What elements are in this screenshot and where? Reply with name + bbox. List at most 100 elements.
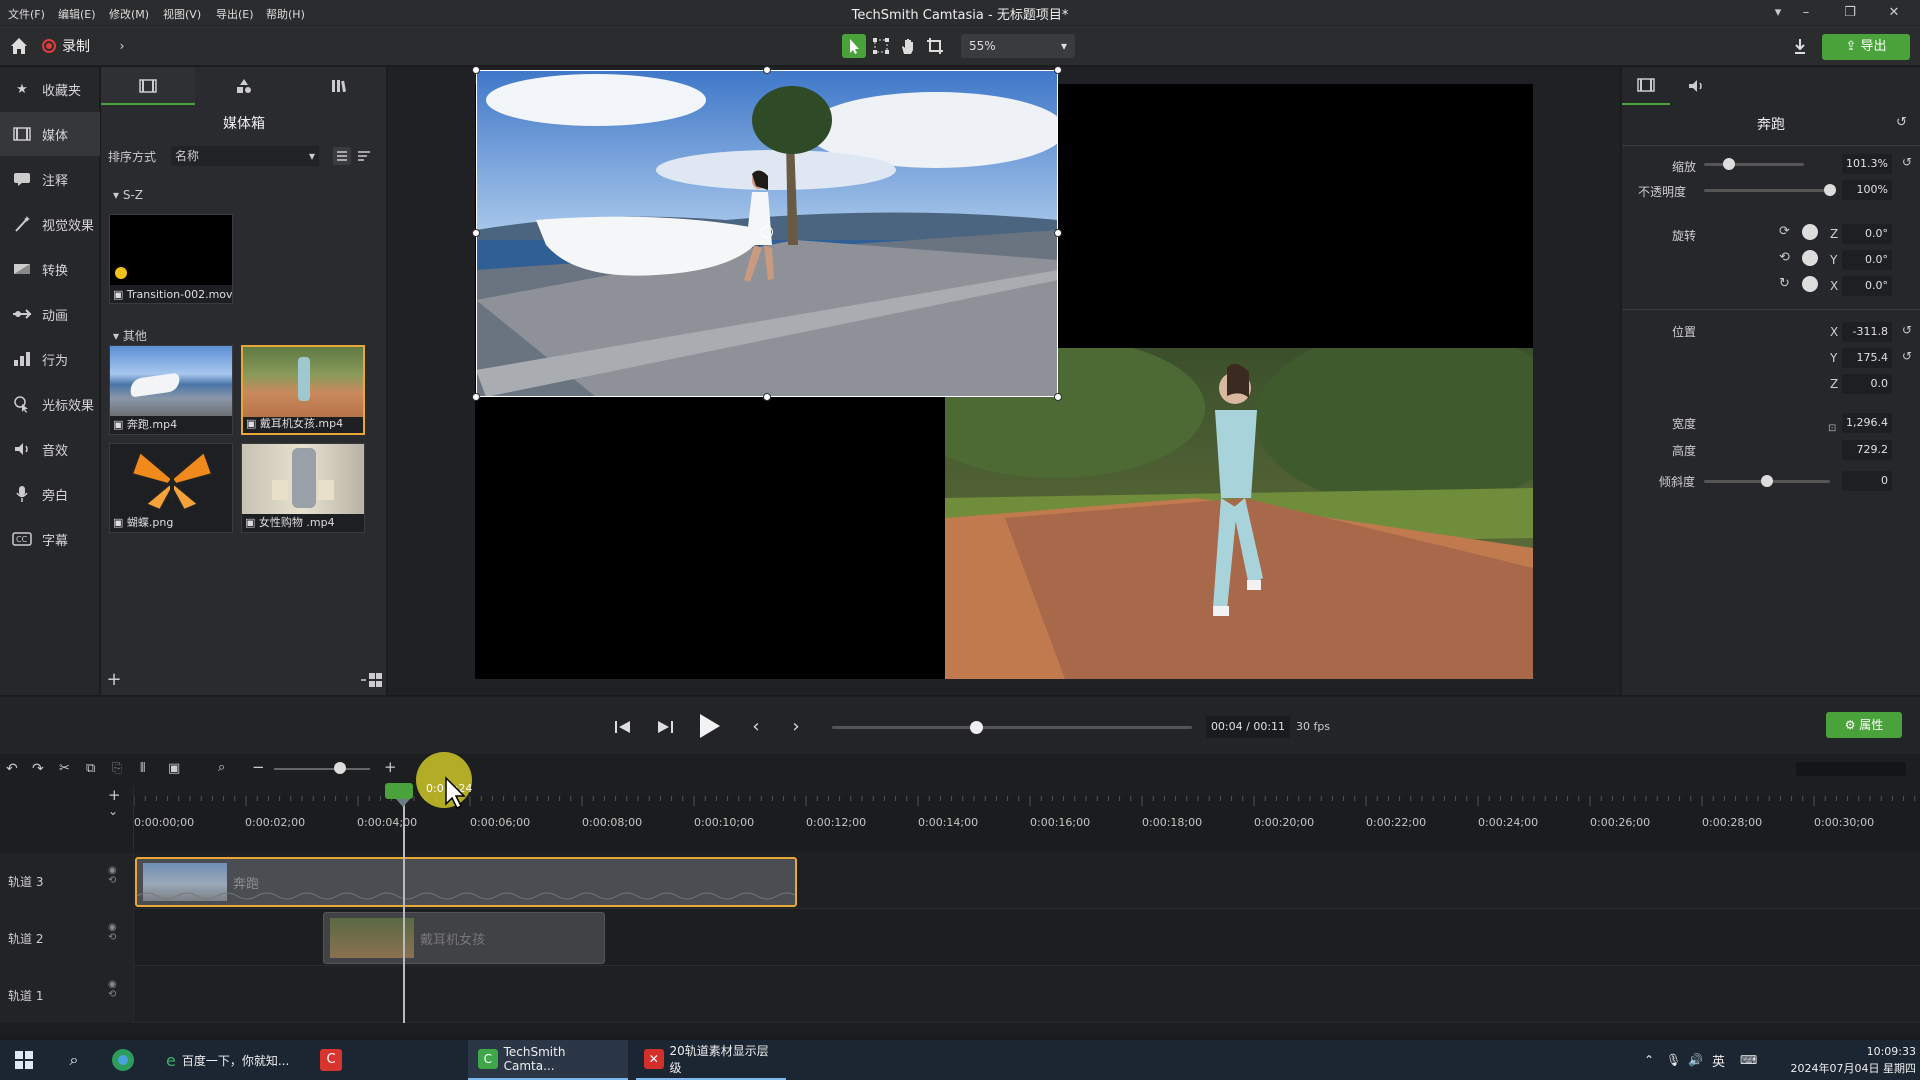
record-button[interactable]: 录制 bbox=[42, 35, 90, 57]
scale-field[interactable]: 101.3% bbox=[1842, 154, 1892, 174]
chevron-down-icon[interactable]: ⌄ bbox=[108, 804, 118, 818]
height-field[interactable]: 729.2 bbox=[1842, 440, 1892, 460]
media-item[interactable]: ▣ 女性购物 .mp4 bbox=[241, 443, 365, 533]
tab-collections[interactable] bbox=[293, 67, 387, 105]
next-marker-icon[interactable]: › bbox=[786, 717, 806, 737]
menu-edit[interactable]: 编辑(E) bbox=[58, 6, 96, 22]
search-icon[interactable]: ⌕ bbox=[60, 1040, 88, 1080]
chevron-right-icon[interactable]: › bbox=[110, 34, 134, 58]
rotate-z-dial[interactable] bbox=[1802, 224, 1818, 240]
tab-media-bin[interactable] bbox=[101, 67, 195, 105]
previous-marker-icon[interactable]: ‹ bbox=[746, 717, 766, 737]
tray-clock[interactable]: 10:09:33 2024年07月04日 星期四 bbox=[1766, 1043, 1917, 1077]
menu-export[interactable]: 导出(E) bbox=[216, 6, 254, 22]
cut-icon[interactable]: ✂ bbox=[59, 761, 70, 776]
timeline-scrollbar[interactable] bbox=[1796, 762, 1906, 776]
properties-button[interactable]: ⚙ 属性 bbox=[1826, 712, 1902, 738]
track-visibility-icon[interactable]: ◉ ⟲ bbox=[108, 980, 117, 1000]
nav-item-visual-effects[interactable]: 视觉效果 bbox=[0, 202, 100, 246]
timeline-clip[interactable]: 戴耳机女孩 bbox=[323, 912, 605, 964]
grid-view-icon[interactable] bbox=[359, 671, 383, 689]
split-icon[interactable]: ⫴ bbox=[140, 761, 145, 776]
crop-tool-icon[interactable] bbox=[923, 34, 947, 58]
rotation-x-field[interactable]: 0.0° bbox=[1842, 276, 1892, 296]
keyboard-icon[interactable]: ⌨ bbox=[1740, 1040, 1757, 1080]
camtasia-red-icon[interactable]: C bbox=[316, 1040, 346, 1080]
minimize-button[interactable]: – bbox=[1794, 3, 1818, 23]
nav-item-captions[interactable]: CC 字幕 bbox=[0, 517, 100, 561]
timeline-zoom-knob[interactable] bbox=[334, 762, 346, 774]
nav-item-animations[interactable]: 动画 bbox=[0, 292, 100, 336]
copy-icon[interactable]: ⧉ bbox=[86, 761, 95, 776]
taskbar-app-camtasia[interactable]: C TechSmith Camta... bbox=[468, 1040, 628, 1080]
position-z-field[interactable]: 0.0 bbox=[1842, 374, 1892, 394]
skew-field[interactable]: 0 bbox=[1842, 471, 1892, 491]
nav-item-audio-effects[interactable]: 音效 bbox=[0, 427, 100, 471]
add-track-icon[interactable]: + bbox=[108, 786, 121, 804]
lock-aspect-icon[interactable]: ⊡ bbox=[1828, 423, 1836, 434]
zoom-in-icon[interactable]: + bbox=[384, 758, 397, 776]
rotate-handle[interactable] bbox=[761, 226, 773, 238]
nav-item-transitions[interactable]: 转换 bbox=[0, 247, 100, 291]
snapshot-icon[interactable]: ▣ bbox=[168, 761, 180, 776]
zoom-out-icon[interactable]: − bbox=[252, 758, 265, 776]
export-button[interactable]: ⇪ 导出 bbox=[1822, 34, 1910, 60]
search-icon[interactable]: ⌕ bbox=[218, 760, 225, 775]
sort-select[interactable]: 名称 ▾ bbox=[171, 146, 319, 166]
nav-item-annotations[interactable]: 注释 bbox=[0, 157, 100, 201]
scale-slider-knob[interactable] bbox=[1723, 158, 1735, 170]
timeline-zoom-slider[interactable] bbox=[274, 768, 370, 770]
paste-icon[interactable]: ⎘ bbox=[112, 761, 122, 776]
nav-item-media[interactable]: 媒体 bbox=[0, 112, 100, 156]
taskbar-app-wps[interactable]: ✕ 20轨道素材显示层级 bbox=[636, 1040, 786, 1080]
playhead[interactable] bbox=[385, 783, 413, 799]
resize-handle[interactable] bbox=[472, 393, 480, 401]
position-y-field[interactable]: 175.4 bbox=[1842, 348, 1892, 368]
track-visibility-icon[interactable]: ◉ ⟲ bbox=[108, 866, 117, 886]
resize-handle[interactable] bbox=[1054, 229, 1062, 237]
ime-indicator[interactable]: 英 bbox=[1712, 1040, 1725, 1080]
nav-item-behaviors[interactable]: 行为 bbox=[0, 337, 100, 381]
group-header[interactable]: ▾ S-Z bbox=[113, 188, 143, 202]
reset-icon[interactable]: ↺ bbox=[1896, 115, 1907, 130]
browser-dev-icon[interactable] bbox=[108, 1040, 138, 1080]
nav-item-cursor-effects[interactable]: 光标效果 bbox=[0, 382, 100, 426]
undo-icon[interactable]: ↶ bbox=[6, 761, 18, 777]
download-icon[interactable] bbox=[1788, 34, 1812, 58]
windows-start-icon[interactable] bbox=[10, 1040, 38, 1080]
resize-handle[interactable] bbox=[1054, 393, 1062, 401]
scrubber-track[interactable] bbox=[832, 726, 1192, 729]
scrubber-knob[interactable] bbox=[970, 721, 983, 734]
opacity-field[interactable]: 100% bbox=[1842, 180, 1892, 200]
rotation-y-field[interactable]: 0.0° bbox=[1842, 250, 1892, 270]
position-x-field[interactable]: -311.8 bbox=[1842, 322, 1892, 342]
track-visibility-icon[interactable]: ◉ ⟲ bbox=[108, 923, 117, 943]
group-header[interactable]: ▾ 其他 bbox=[113, 327, 147, 344]
opacity-slider-knob[interactable] bbox=[1824, 184, 1836, 196]
step-forward-icon[interactable] bbox=[654, 717, 676, 737]
tray-chevron-up-icon[interactable]: ⌃ bbox=[1644, 1040, 1654, 1080]
resize-handle[interactable] bbox=[472, 66, 480, 74]
media-item[interactable]: ▣ Transition-002.mov bbox=[109, 214, 233, 304]
select-tool-icon[interactable] bbox=[842, 34, 866, 58]
rotation-z-field[interactable]: 0.0° bbox=[1842, 224, 1892, 244]
menu-help[interactable]: 帮助(H) bbox=[266, 6, 305, 22]
add-icon[interactable]: + bbox=[105, 671, 123, 689]
tab-library[interactable] bbox=[197, 67, 291, 105]
skew-slider-knob[interactable] bbox=[1761, 475, 1773, 487]
media-item[interactable]: ▣ 奔跑.mp4 bbox=[109, 345, 233, 435]
reset-icon[interactable]: ↺ bbox=[1902, 349, 1912, 363]
close-button[interactable]: ✕ bbox=[1882, 3, 1906, 23]
resize-handle[interactable] bbox=[1054, 66, 1062, 74]
rotate-y-dial[interactable] bbox=[1802, 250, 1818, 266]
transform-tool-icon[interactable] bbox=[869, 34, 893, 58]
nav-item-voice-narration[interactable]: 旁白 bbox=[0, 472, 100, 516]
view-details-icon[interactable] bbox=[333, 147, 351, 165]
reset-icon[interactable]: ↺ bbox=[1902, 155, 1912, 169]
media-item[interactable]: ▣ 蝴蝶.png bbox=[109, 443, 233, 533]
resize-handle[interactable] bbox=[763, 393, 771, 401]
scale-slider[interactable] bbox=[1704, 163, 1804, 166]
restore-button[interactable]: ❐ bbox=[1838, 3, 1862, 23]
reset-icon[interactable]: ↺ bbox=[1902, 323, 1912, 337]
width-field[interactable]: 1,296.4 bbox=[1842, 413, 1892, 433]
